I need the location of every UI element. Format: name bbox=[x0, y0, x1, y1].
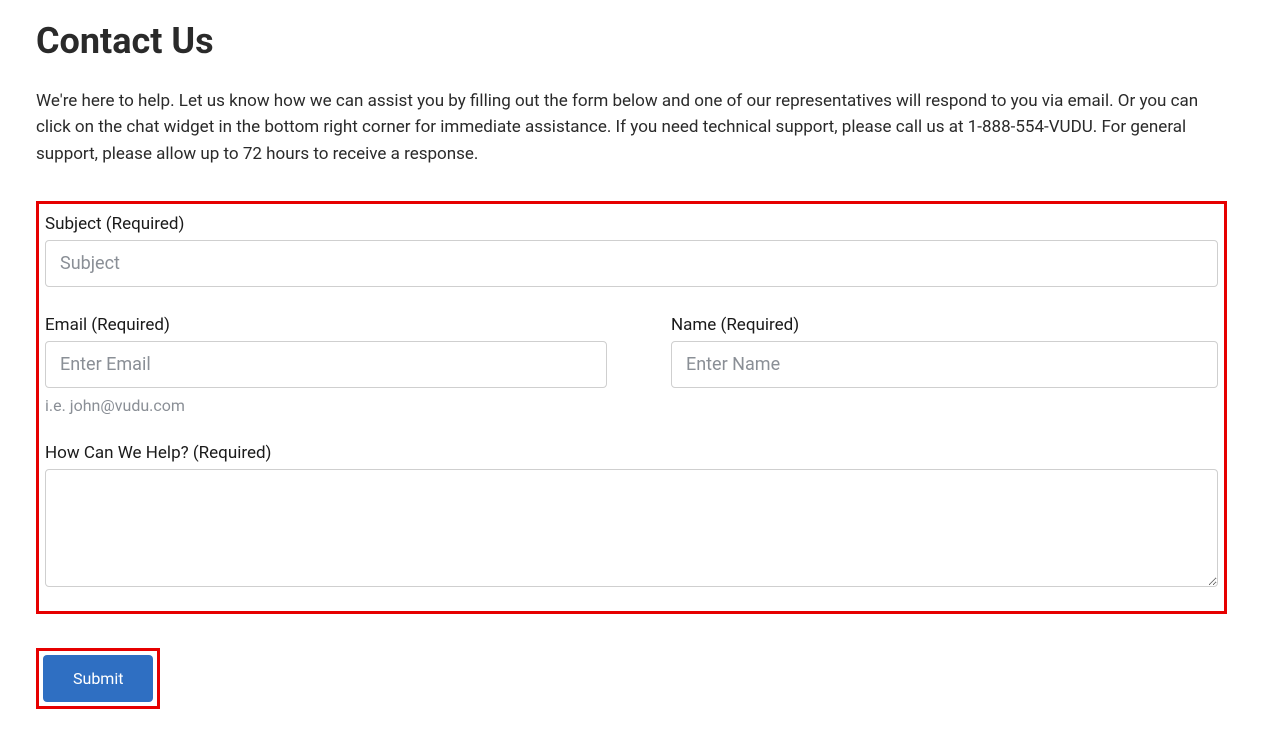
page-title: Contact Us bbox=[36, 20, 1227, 62]
email-label: Email (Required) bbox=[45, 315, 607, 335]
subject-input[interactable] bbox=[45, 240, 1218, 287]
contact-form-container: Subject (Required) Email (Required) i.e.… bbox=[36, 201, 1227, 614]
help-label: How Can We Help? (Required) bbox=[45, 443, 1218, 463]
name-input[interactable] bbox=[671, 341, 1218, 388]
name-label: Name (Required) bbox=[671, 315, 1218, 335]
email-hint: i.e. john@vudu.com bbox=[45, 396, 607, 415]
intro-text: We're here to help. Let us know how we c… bbox=[36, 88, 1226, 167]
help-textarea[interactable] bbox=[45, 469, 1218, 587]
subject-label: Subject (Required) bbox=[45, 214, 1218, 234]
email-input[interactable] bbox=[45, 341, 607, 388]
submit-wrap: Submit bbox=[36, 648, 160, 709]
submit-button[interactable]: Submit bbox=[43, 655, 153, 702]
